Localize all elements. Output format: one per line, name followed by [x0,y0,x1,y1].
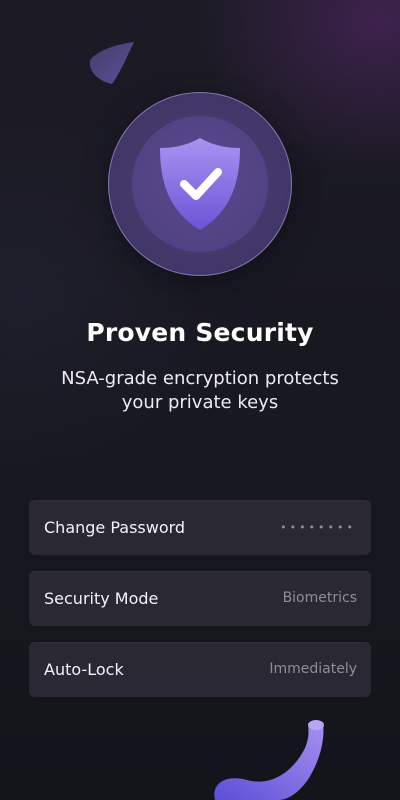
change-password-row[interactable]: Change Password •••••••• [29,500,371,555]
shield-check-icon [160,138,240,230]
security-emblem [108,92,292,276]
decorative-shape-top [89,42,134,84]
security-mode-row[interactable]: Security Mode Biometrics [29,571,371,626]
decorative-shape-bottom [214,720,324,800]
security-mode-label: Security Mode [44,589,159,608]
settings-list: Change Password •••••••• Security Mode B… [29,500,371,713]
auto-lock-label: Auto-Lock [44,660,124,679]
security-emblem-inner [132,116,268,252]
password-masked-value: •••••••• [280,521,356,534]
security-mode-value: Biometrics [282,590,357,606]
page-title: Proven Security [86,318,314,347]
change-password-label: Change Password [44,518,186,537]
auto-lock-row[interactable]: Auto-Lock Immediately [29,642,371,697]
page-subtitle: NSA-grade encryption protects your priva… [61,368,339,413]
auto-lock-value: Immediately [269,661,357,677]
